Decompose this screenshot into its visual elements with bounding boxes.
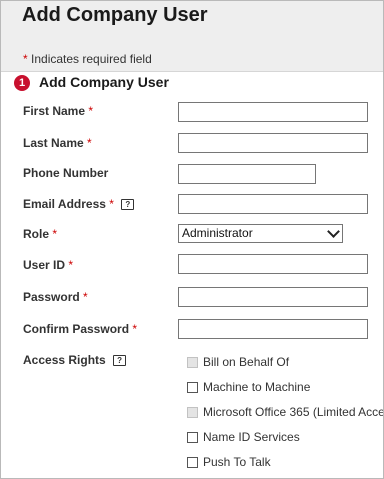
- access-right-label: Bill on Behalf Of: [203, 355, 290, 369]
- access-right-label: Microsoft Office 365 (Limited Access): [203, 405, 384, 419]
- required-marker: *: [68, 258, 74, 272]
- password-label-text: Password: [23, 290, 80, 304]
- required-marker: *: [88, 104, 94, 118]
- help-icon[interactable]: ?: [113, 355, 127, 366]
- add-company-user-panel: Add Company User * Indicates required fi…: [0, 0, 384, 479]
- section-number-badge: 1: [14, 75, 30, 91]
- required-marker: *: [87, 136, 92, 150]
- email-address-label-text: Email Address: [23, 197, 106, 211]
- access-rights-label: Access Rights ?: [23, 353, 127, 367]
- access-right-push-to-talk[interactable]: Push To Talk: [187, 455, 271, 469]
- required-field-note: * Indicates required field: [23, 52, 152, 66]
- section-title: Add Company User: [39, 74, 169, 90]
- page-header: Add Company User * Indicates required fi…: [1, 1, 383, 72]
- last-name-label: Last Name *: [23, 136, 92, 150]
- required-marker: *: [23, 52, 28, 66]
- access-right-label: Push To Talk: [203, 455, 271, 469]
- email-address-label: Email Address * ?: [23, 197, 135, 211]
- phone-number-input[interactable]: [178, 164, 316, 184]
- access-rights-label-text: Access Rights: [23, 353, 106, 367]
- chevron-down-icon: [327, 225, 340, 238]
- access-right-name-id-services[interactable]: Name ID Services: [187, 430, 300, 444]
- user-id-label-text: User ID: [23, 258, 66, 272]
- first-name-label: First Name *: [23, 104, 93, 118]
- confirm-password-input[interactable]: [178, 319, 368, 339]
- access-right-microsoft-office-365: Microsoft Office 365 (Limited Access): [187, 405, 384, 419]
- first-name-input[interactable]: [178, 102, 368, 122]
- access-right-machine-to-machine[interactable]: Machine to Machine: [187, 380, 310, 394]
- confirm-password-label-text: Confirm Password: [23, 322, 130, 336]
- page-title: Add Company User: [22, 4, 208, 26]
- access-right-bill-on-behalf-of: Bill on Behalf Of: [187, 355, 289, 369]
- confirm-password-label: Confirm Password *: [23, 322, 137, 336]
- user-id-input[interactable]: [178, 254, 368, 274]
- required-marker: *: [109, 197, 114, 211]
- required-note-text: Indicates required field: [31, 52, 152, 66]
- phone-number-label-text: Phone Number: [23, 166, 109, 180]
- email-address-input[interactable]: [178, 194, 368, 214]
- last-name-input[interactable]: [178, 133, 368, 153]
- password-input[interactable]: [178, 287, 368, 307]
- role-label: Role *: [23, 227, 57, 241]
- password-label: Password *: [23, 290, 88, 304]
- checkbox-disabled: [187, 407, 198, 418]
- help-icon[interactable]: ?: [121, 199, 135, 210]
- phone-number-label: Phone Number: [23, 166, 108, 180]
- checkbox[interactable]: [187, 432, 198, 443]
- last-name-label-text: Last Name: [23, 136, 84, 150]
- role-select[interactable]: Administrator: [178, 224, 343, 243]
- access-right-label: Name ID Services: [203, 430, 300, 444]
- required-marker: *: [83, 290, 88, 304]
- checkbox[interactable]: [187, 457, 198, 468]
- role-label-text: Role: [23, 227, 50, 241]
- required-marker: *: [52, 227, 58, 241]
- checkbox-disabled: [187, 357, 198, 368]
- role-selected-value: Administrator: [182, 226, 253, 240]
- checkbox[interactable]: [187, 382, 198, 393]
- required-marker: *: [132, 322, 138, 336]
- user-id-label: User ID *: [23, 258, 73, 272]
- first-name-label-text: First Name: [23, 104, 86, 118]
- access-right-label: Machine to Machine: [203, 380, 311, 394]
